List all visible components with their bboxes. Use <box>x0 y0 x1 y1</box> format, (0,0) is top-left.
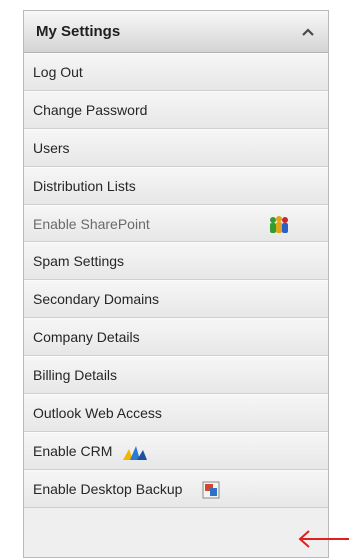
desktop-backup-icon <box>202 481 220 502</box>
menu-item-distribution-lists[interactable]: Distribution Lists <box>24 166 328 205</box>
menu-item-users[interactable]: Users <box>24 128 328 167</box>
sharepoint-people-icon <box>268 215 290 238</box>
menu-item-billing-details[interactable]: Billing Details <box>24 356 328 395</box>
menu-item-enable-desktop-backup[interactable]: Enable Desktop Backup <box>24 469 328 508</box>
panel-title: My Settings <box>36 23 121 40</box>
menu-item-enable-sharepoint[interactable]: Enable SharePoint <box>24 204 328 243</box>
menu-item-label: Log Out <box>33 63 83 80</box>
menu-item-log-out[interactable]: Log Out <box>24 53 328 91</box>
menu-item-label: Enable SharePoint <box>33 215 150 232</box>
menu-item-label: Secondary Domains <box>33 291 160 308</box>
menu-item-label: Billing Details <box>33 367 118 384</box>
menu-item-label: Users <box>33 139 70 156</box>
menu-item-label: Outlook Web Access <box>33 404 162 421</box>
red-arrow-left-icon <box>298 530 350 548</box>
menu-item-label: Spam Settings <box>33 253 125 270</box>
chevron-up-icon[interactable] <box>300 24 316 40</box>
menu-item-secondary-domains[interactable]: Secondary Domains <box>24 280 328 319</box>
menu-item-label: Enable CRM <box>33 442 113 459</box>
panel-header[interactable]: My Settings <box>24 11 328 53</box>
menu-item-enable-crm[interactable]: Enable CRM <box>24 431 328 470</box>
crm-icon <box>122 443 148 464</box>
menu-item-label: Enable Desktop Backup <box>33 480 183 497</box>
my-settings-panel: My Settings Log Out Change Password User… <box>23 10 329 558</box>
menu-item-outlook-web-access[interactable]: Outlook Web Access <box>24 394 328 432</box>
menu-item-label: Change Password <box>33 101 148 118</box>
menu-item-label: Company Details <box>33 329 140 346</box>
menu-item-label: Distribution Lists <box>33 177 136 194</box>
menu-item-spam-settings[interactable]: Spam Settings <box>24 242 328 281</box>
menu-item-change-password[interactable]: Change Password <box>24 90 328 129</box>
menu-item-company-details[interactable]: Company Details <box>24 318 328 357</box>
